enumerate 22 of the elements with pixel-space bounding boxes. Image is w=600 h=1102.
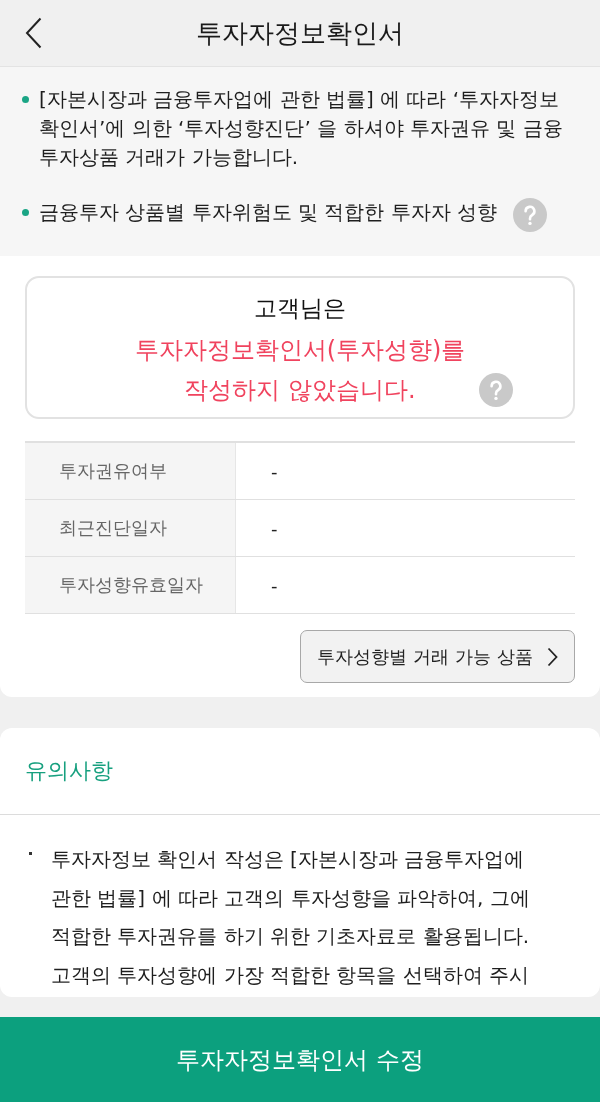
notice-text: 금융투자 상품별 투자위험도 및 적합한 투자자 성향 <box>39 199 498 226</box>
products-button[interactable]: 투자성향별 거래 가능 상품 <box>300 630 575 683</box>
back-button[interactable] <box>24 17 44 49</box>
chevron-right-icon <box>546 646 558 667</box>
bullet-icon <box>22 96 29 103</box>
bullet-icon <box>22 209 29 216</box>
greeting-text: 고객님은 <box>254 294 346 323</box>
field-value: - <box>271 460 278 482</box>
help-icon[interactable] <box>513 198 548 232</box>
notice-text: [자본시장과 금융투자업에 관한 법률] 에 따라 ‘투자자정보확인서’에 의한 ‘투자성향진단’ 을 하셔야 투자권유 및 금융투자상품 거래가 가능합니다. <box>39 86 564 171</box>
field-value: - <box>271 517 278 539</box>
field-label: 투자권유여부 <box>25 443 236 499</box>
status-message: 투자자정보확인서(투자성향)를 작성하지 않았습니다. <box>133 335 467 406</box>
field-label: 투자성향유효일자 <box>25 557 236 613</box>
chevron-left-icon <box>24 17 42 49</box>
bullet-icon <box>29 852 32 855</box>
page-title: 투자자정보확인서 <box>196 17 404 50</box>
notes-text: 투자자정보 확인서 작성은 [자본시장과 금융투자업에 관한 법률] 에 따라 고객의 투자성향을 파악하여, 그에 적합한 투자권유를 하기 위한 기초자료로 활용됩니다. 고객의 투자성향에 가장 적합한 항목을 선택하여 주시 <box>51 846 531 989</box>
notes-title: 유의사항 <box>25 757 113 785</box>
field-label: 최근진단일자 <box>25 500 236 556</box>
field-value: - <box>271 574 278 596</box>
help-icon[interactable] <box>479 373 513 407</box>
